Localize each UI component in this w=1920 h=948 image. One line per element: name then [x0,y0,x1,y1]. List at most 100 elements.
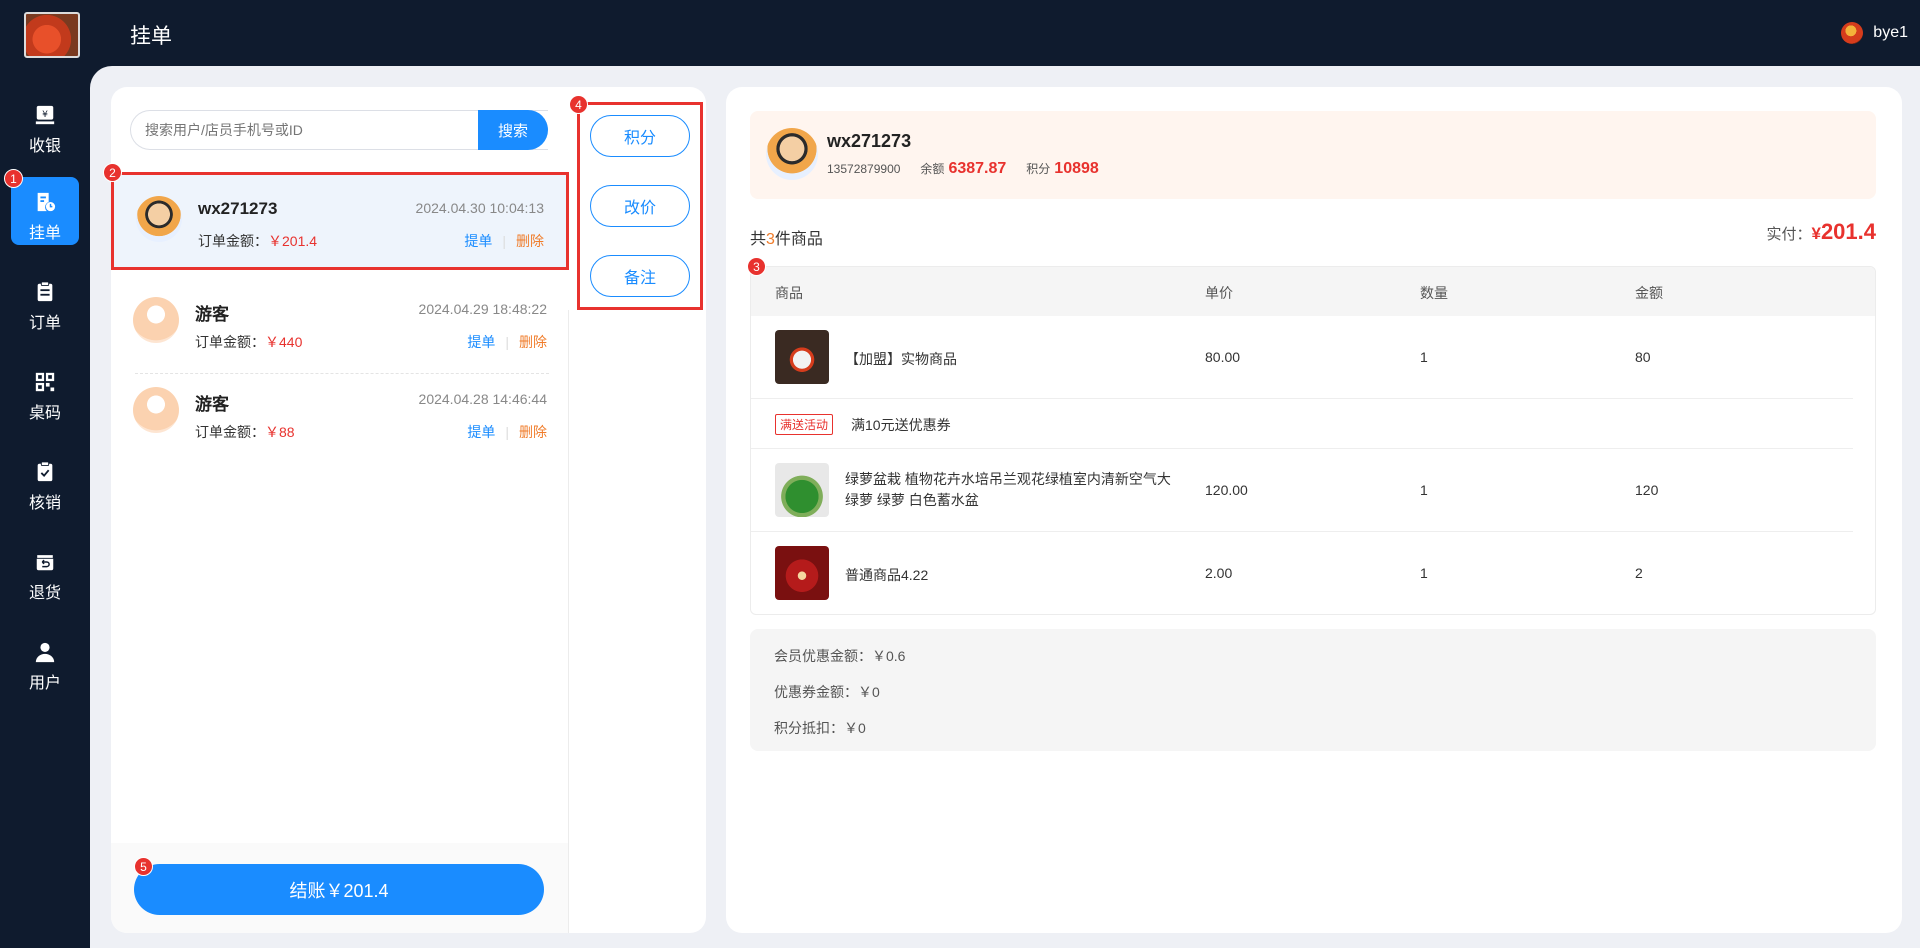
points-value: 10898 [1054,160,1099,177]
sidebar-item-return[interactable]: 退货 [11,537,79,605]
member-discount: 会员优惠金额：￥0.6 [774,648,906,664]
sidebar-item-label: 订单 [28,315,61,332]
goods-name: 普通商品4.22 [845,567,929,583]
order-amount-row: 订单金额：￥88 [195,422,295,442]
sidebar-item-cashier[interactable]: ¥ 收银 [11,90,79,158]
points-button[interactable]: 积分 [590,115,690,157]
goods-amount: 120 [1635,482,1659,498]
delete-order-link[interactable]: 删除 [519,424,547,440]
verify-icon [37,461,53,482]
member-phone: 13572879900 [827,162,901,176]
balance-label: 余额 [920,162,945,176]
paid-amount: 201.4 [1820,219,1876,244]
user-menu[interactable]: bye1 [1841,22,1908,44]
avatar [136,196,182,242]
goods-name: 【加盟】实物商品 [845,351,957,367]
order-actions: 提单 | 删除 [467,422,547,442]
action-separator: | [502,233,506,249]
order-time: 2024.04.29 18:48:22 [418,301,547,317]
sidebar-item-label: 用户 [28,675,61,692]
goods-amount: 2 [1635,565,1643,581]
sidebar-item-label: 收银 [28,138,61,155]
goods-name-line1: 绿萝盆栽 植物花卉水培吊兰观花绿植室内清新空气大 [845,471,1171,487]
hang-order-icon [37,192,56,212]
goods-count-prefix: 共 [750,231,767,248]
order-time: 2024.04.30 10:04:13 [415,200,544,216]
header-goods: 商品 [775,285,803,301]
list-item[interactable]: wx271273 2024.04.30 10:04:13 订单金额：￥201.4… [111,172,569,270]
member-name: wx271273 [827,131,912,151]
pick-order-link[interactable]: 提单 [464,233,492,249]
table-row: 【加盟】实物商品 80.00 1 80 [751,316,1875,399]
goods-qty: 1 [1420,482,1428,498]
coupon-discount: 优惠券金额：￥0 [774,684,880,700]
order-amount-label: 订单金额： [198,233,268,249]
balance-value: 6387.87 [948,160,1007,177]
order-actions: 提单 | 删除 [464,231,544,251]
note-button[interactable]: 备注 [590,255,690,297]
order-amount-row: 订单金额：￥201.4 [198,231,317,251]
goods-price: 2.00 [1205,565,1233,581]
qr-code-icon [35,372,55,392]
order-customer-name: 游客 [195,395,229,414]
goods-thumbnail [775,546,829,600]
order-amount-label: 订单金额： [195,424,265,440]
goods-thumbnail [775,463,829,517]
paid-total: 实付：¥201.4 [1766,219,1876,245]
goods-qty: 1 [1420,565,1428,581]
action-separator: | [505,424,509,440]
promo-text: 满10元送优惠券 [851,417,951,433]
header-amount: 金额 [1635,285,1663,301]
search-button[interactable]: 搜索 [478,110,548,150]
sidebar: ¥ 收银 挂单 订单 桌码 核销 退货 用户 1 [0,66,90,948]
avatar [133,297,179,343]
goods-count-number: 3 [766,231,775,248]
table-header: 商品 单价 数量 金额 [751,267,1875,316]
return-icon [36,554,54,571]
sidebar-item-label: 退货 [28,585,61,602]
step-badge: 3 [747,257,766,276]
sidebar-item-label: 桌码 [28,405,61,422]
discount-summary: 会员优惠金额：￥0.6 优惠券金额：￥0 积分抵扣：￥0 [750,629,1876,751]
sidebar-item-orders[interactable]: 订单 [11,267,79,335]
pick-order-link[interactable]: 提单 [467,424,495,440]
sidebar-item-verify[interactable]: 核销 [11,447,79,515]
order-amount-row: 订单金额：￥440 [195,332,302,352]
table-row: 普通商品4.22 2.00 1 2 [751,532,1875,614]
change-price-button[interactable]: 改价 [590,185,690,227]
store-logo [24,12,80,58]
member-meta: 13572879900 余额 6387.87 积分 10898 [827,160,1099,178]
order-amount: ￥88 [265,424,295,440]
goods-count-suffix: 件商品 [774,231,823,248]
column-divider [568,310,569,933]
promo-tag: 满送活动 [775,414,834,435]
checkout-button[interactable]: 结账￥201.4 [134,864,544,915]
action-column: 积分 改价 备注 [577,102,703,310]
list-item[interactable]: 游客 2024.04.29 18:48:22 订单金额：￥440 提单 | 删除 [111,276,569,374]
goods-qty: 1 [1420,349,1428,365]
user-name: bye1 [1873,24,1908,41]
cashier-icon: ¥ [35,105,55,125]
top-bar: 挂单 bye1 [0,0,1920,66]
sidebar-item-users[interactable]: 用户 [11,627,79,695]
order-customer-name: 游客 [195,305,229,324]
page-title: 挂单 [130,25,172,48]
table-row: 绿萝盆栽 植物花卉水培吊兰观花绿植室内清新空气大 绿萝 绿萝 白色蓄水盆 120… [751,449,1875,532]
pick-order-link[interactable]: 提单 [467,334,495,350]
delete-order-link[interactable]: 删除 [516,233,544,249]
delete-order-link[interactable]: 删除 [519,334,547,350]
header-qty: 数量 [1420,285,1448,301]
sidebar-item-hang-order[interactable]: 挂单 [11,177,79,245]
order-customer-name: wx271273 [198,199,278,218]
avatar [133,387,179,433]
sidebar-item-table-code[interactable]: 桌码 [11,357,79,425]
order-amount-label: 订单金额： [195,334,265,350]
sidebar-item-label: 挂单 [28,225,61,242]
goods-price: 120.00 [1205,482,1248,498]
member-avatar [766,128,818,180]
list-item[interactable]: 游客 2024.04.28 14:46:44 订单金额：￥88 提单 | 删除 [111,366,569,464]
user-avatar [1841,22,1864,44]
order-actions: 提单 | 删除 [467,332,547,352]
goods-thumbnail [775,330,829,384]
order-icon [37,281,53,302]
